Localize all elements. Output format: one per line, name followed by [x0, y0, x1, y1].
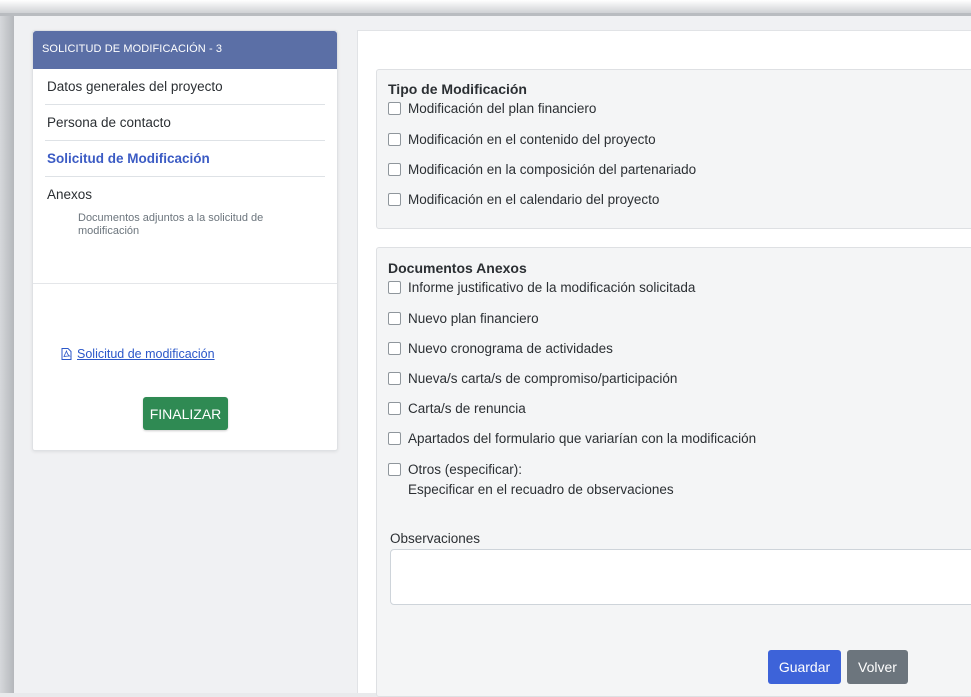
checkbox[interactable] [388, 463, 401, 476]
observaciones-label: Observaciones [390, 531, 481, 546]
window-left-border [0, 16, 14, 693]
checkbox-option[interactable]: Informe justificativo de la modificación… [388, 279, 695, 296]
tipo-modificacion-card: Tipo de Modificación Modificación del pl… [376, 69, 971, 229]
checkbox-label: Apartados del formulario que variarían c… [408, 431, 757, 446]
doc-link-label: Solicitud de modificación [77, 347, 215, 361]
back-button[interactable]: Volver [847, 650, 908, 684]
checkbox-label: Nuevo plan financiero [408, 311, 539, 326]
checkbox[interactable] [388, 133, 401, 146]
checkbox-label: Otros (especificar): Especificar en el r… [408, 461, 674, 498]
otros-label: Otros (especificar): [408, 462, 523, 477]
section-title: Tipo de Modificación [388, 81, 527, 97]
sidebar-item-anexos[interactable]: Anexos Documentos adjuntos a la solicitu… [45, 177, 325, 244]
checkbox-label: Modificación en el contenido del proyect… [408, 132, 656, 147]
checkbox-label: Nueva/s carta/s de compromiso/participac… [408, 371, 678, 386]
otros-hint: Especificar en el recuadro de observacio… [408, 482, 674, 497]
checkbox-option-otros[interactable]: Otros (especificar): Especificar en el r… [388, 461, 674, 498]
checkbox[interactable] [388, 432, 401, 445]
sidebar-item-solicitud-modificacion[interactable]: Solicitud de Modificación [45, 141, 325, 177]
checkbox-label: Informe justificativo de la modificación… [408, 280, 696, 295]
pdf-file-icon [61, 348, 72, 360]
window-top-border [0, 0, 971, 16]
checkbox-option[interactable]: Modificación en la composición del parte… [388, 161, 696, 178]
checkbox-label: Carta/s de renuncia [408, 401, 526, 416]
section-title: Documentos Anexos [388, 260, 527, 276]
sidebar: SOLICITUD DE MODIFICACIÓN - 3 Datos gene… [32, 30, 338, 451]
main-panel: Tipo de Modificación Modificación del pl… [357, 30, 971, 697]
finalize-button[interactable]: FINALIZAR [143, 397, 228, 430]
checkbox-option[interactable]: Modificación en el contenido del proyect… [388, 131, 656, 148]
sidebar-item-datos-generales[interactable]: Datos generales del proyecto [45, 69, 325, 105]
checkbox-label: Modificación en la composición del parte… [408, 162, 697, 177]
documentos-anexos-card: Documentos Anexos Informe justificativo … [376, 247, 971, 697]
checkbox-option[interactable]: Nuevo plan financiero [388, 310, 539, 327]
checkbox-label: Modificación del plan financiero [408, 101, 597, 116]
window-frame: SOLICITUD DE MODIFICACIÓN - 3 Datos gene… [0, 0, 971, 697]
checkbox-option[interactable]: Carta/s de renuncia [388, 400, 526, 417]
checkbox-option[interactable]: Apartados del formulario que variarían c… [388, 430, 756, 447]
checkbox[interactable] [388, 102, 401, 115]
sidebar-item-persona-contacto[interactable]: Persona de contacto [45, 105, 325, 141]
checkbox-label: Nuevo cronograma de actividades [408, 341, 613, 356]
checkbox[interactable] [388, 312, 401, 325]
checkbox[interactable] [388, 372, 401, 385]
checkbox-option[interactable]: Modificación del plan financiero [388, 100, 596, 117]
checkbox-option[interactable]: Modificación en el calendario del proyec… [388, 191, 659, 208]
sidebar-item-description: Documentos adjuntos a la solicitud de mo… [78, 212, 264, 237]
checkbox[interactable] [388, 193, 401, 206]
checkbox[interactable] [388, 402, 401, 415]
checkbox[interactable] [388, 342, 401, 355]
divider [33, 283, 337, 284]
checkbox[interactable] [388, 163, 401, 176]
save-button[interactable]: Guardar [768, 650, 841, 684]
observaciones-textarea[interactable] [390, 549, 971, 605]
checkbox-label: Modificación en el calendario del proyec… [408, 192, 660, 207]
checkbox-option[interactable]: Nueva/s carta/s de compromiso/participac… [388, 370, 677, 387]
solicitud-document-link[interactable]: Solicitud de modificación [61, 347, 215, 361]
checkbox[interactable] [388, 281, 401, 294]
sidebar-item-label: Anexos [47, 187, 93, 202]
sidebar-header: SOLICITUD DE MODIFICACIÓN - 3 [33, 31, 337, 69]
checkbox-option[interactable]: Nuevo cronograma de actividades [388, 340, 613, 357]
